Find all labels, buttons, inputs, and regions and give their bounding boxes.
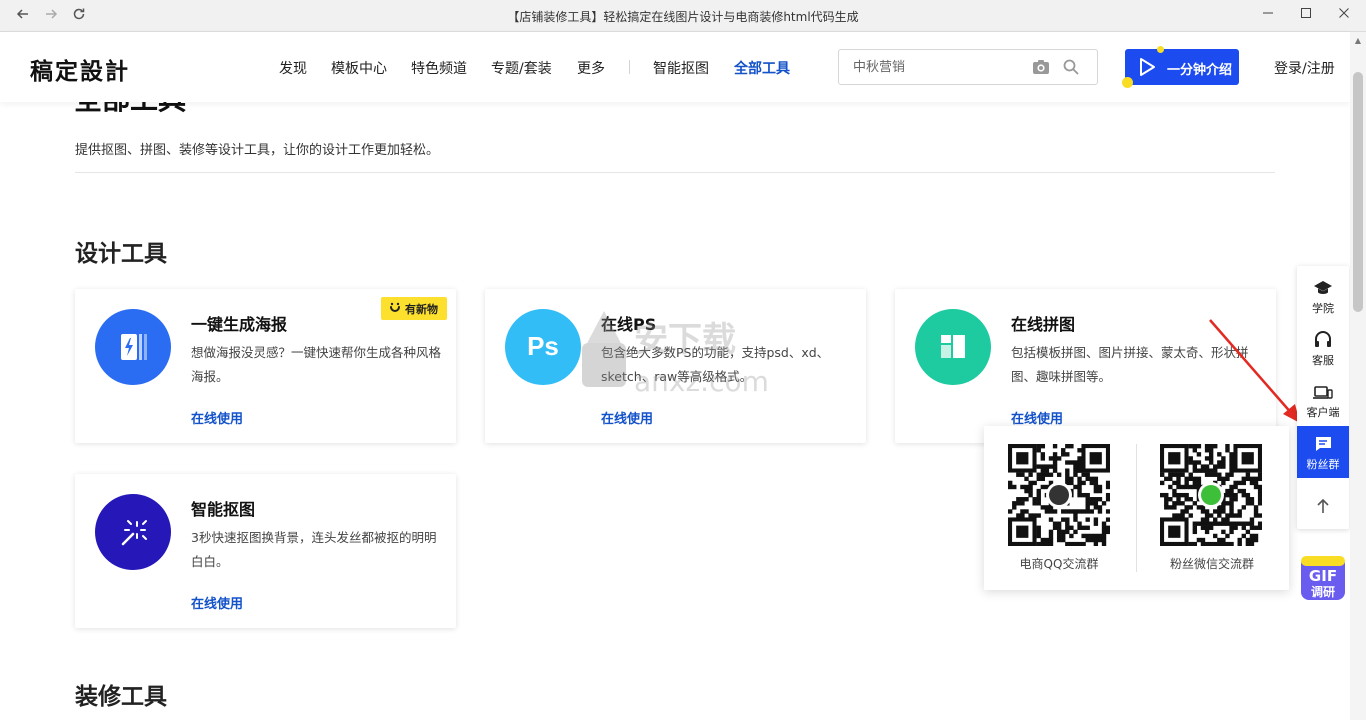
use-online-link[interactable]: 在线使用 <box>191 593 243 612</box>
photoshop-icon: Ps <box>505 309 581 385</box>
minimize-icon[interactable] <box>1254 4 1282 28</box>
collage-icon <box>915 309 991 385</box>
intro-video-button[interactable]: 一分钟介绍 <box>1122 46 1239 88</box>
smile-icon <box>388 301 402 318</box>
sidebar-item-label: 粉丝群 <box>1306 458 1340 471</box>
sidebar-item-label: 学院 <box>1312 302 1334 315</box>
close-icon[interactable] <box>1330 4 1358 28</box>
play-icon <box>1137 57 1157 81</box>
nav-template-center[interactable]: 模板中心 <box>331 58 387 78</box>
nav-all-tools[interactable]: 全部工具 <box>734 58 790 78</box>
maximize-icon[interactable] <box>1292 4 1320 28</box>
sidebar-item-client[interactable]: 客户端 <box>1297 374 1349 426</box>
site-header: 稿定設計 发现 模板中心 特色频道 专题/套装 更多 智能抠图 全部工具 一分钟… <box>0 32 1350 102</box>
floating-sidebar: 学院 客服 客户端 粉丝群 <box>1297 266 1349 529</box>
badge-label: 有新物 <box>405 303 438 316</box>
sidebar-item-fan-group[interactable]: 粉丝群 <box>1297 426 1349 478</box>
watermark: 安下载 anxz.com <box>576 305 788 403</box>
sidebar-item-support[interactable]: 客服 <box>1297 322 1349 374</box>
intro-button-label: 一分钟介绍 <box>1167 63 1233 78</box>
nav-discover[interactable]: 发现 <box>279 58 307 78</box>
nav-smart-cutout[interactable]: 智能抠图 <box>653 58 709 78</box>
wechat-qr-code <box>1160 444 1263 547</box>
graduation-cap-icon <box>1314 281 1332 294</box>
svg-text:GIF: GIF <box>1309 567 1337 585</box>
wechat-group-label: 粉丝微信交流群 <box>1169 557 1254 571</box>
qr-popup: 电商QQ交流群 粉丝微信交流群 <box>984 426 1289 590</box>
logo[interactable]: 稿定設計 <box>30 52 130 86</box>
divider <box>75 172 1275 173</box>
annotation-arrow <box>1209 319 1300 423</box>
qq-group-label: 电商QQ交流群 <box>1019 557 1099 571</box>
qr-divider <box>1136 444 1137 572</box>
nav-divider <box>629 60 630 74</box>
login-register-link[interactable]: 登录/注册 <box>1274 58 1335 78</box>
scrollbar-thumb[interactable] <box>1353 72 1363 312</box>
search-box <box>838 49 1098 85</box>
nav-topics[interactable]: 专题/套装 <box>491 58 552 78</box>
nav-more[interactable]: 更多 <box>577 58 605 78</box>
new-badge: 有新物 <box>381 297 447 320</box>
headset-icon <box>1315 331 1331 347</box>
sidebar-item-label: 客户端 <box>1306 406 1340 419</box>
section-title-design-tools: 设计工具 <box>75 241 167 267</box>
gif-survey-badge[interactable]: GIF 调研 <box>1298 552 1348 602</box>
magic-wand-icon <box>95 494 171 570</box>
section-title-decoration-tools: 装修工具 <box>75 684 167 710</box>
search-icon[interactable] <box>1063 59 1079 79</box>
use-online-link[interactable]: 在线使用 <box>1011 408 1063 427</box>
arrow-up-icon <box>1317 498 1329 513</box>
sidebar-item-label: 客服 <box>1312 354 1334 367</box>
svg-text:anxz.com: anxz.com <box>634 365 769 398</box>
card-description: 想做海报没灵感？一键快速帮你生成各种风格海报。 <box>191 345 442 384</box>
back-to-top-button[interactable] <box>1297 480 1349 532</box>
page-subtitle: 提供抠图、拼图、装修等设计工具，让你的设计工作更加轻松。 <box>75 143 440 158</box>
scroll-up-arrow[interactable]: ▲ <box>1350 36 1366 45</box>
qq-qr-code <box>1008 444 1111 547</box>
browser-titlebar: 【店铺装修工具】轻松搞定在线图片设计与电商装修html代码生成 <box>0 0 1366 32</box>
tool-card-smart-cutout[interactable]: 智能抠图 3秒快速抠图换背景，连头发丝都被抠的明明白白。 在线使用 <box>75 474 456 628</box>
camera-icon[interactable] <box>1032 59 1050 79</box>
ps-icon-text: Ps <box>527 331 559 361</box>
search-input[interactable] <box>853 58 1023 76</box>
card-title: 智能抠图 <box>191 500 256 519</box>
card-title: 一键生成海报 <box>191 315 288 334</box>
scrollbar[interactable]: ▲ <box>1350 32 1366 720</box>
decoration-dot <box>1157 46 1164 53</box>
decoration-dot <box>1122 77 1133 88</box>
devices-icon <box>1313 386 1333 399</box>
svg-text:安下载: 安下载 <box>634 320 736 360</box>
card-title: 在线拼图 <box>1011 315 1076 334</box>
tool-card-poster[interactable]: 有新物 一键生成海报 想做海报没灵感？一键快速帮你生成各种风格海报。 在线使用 <box>75 289 456 443</box>
use-online-link[interactable]: 在线使用 <box>601 408 653 427</box>
chat-icon <box>1315 437 1331 451</box>
sidebar-item-academy[interactable]: 学院 <box>1297 270 1349 322</box>
window-title: 【店铺装修工具】轻松搞定在线图片设计与电商装修html代码生成 <box>507 10 859 24</box>
nav-featured-channels[interactable]: 特色频道 <box>411 58 467 78</box>
card-description: 3秒快速抠图换背景，连头发丝都被抠的明明白白。 <box>191 530 437 569</box>
poster-icon <box>95 309 171 385</box>
svg-text:调研: 调研 <box>1311 585 1335 599</box>
use-online-link[interactable]: 在线使用 <box>191 408 243 427</box>
